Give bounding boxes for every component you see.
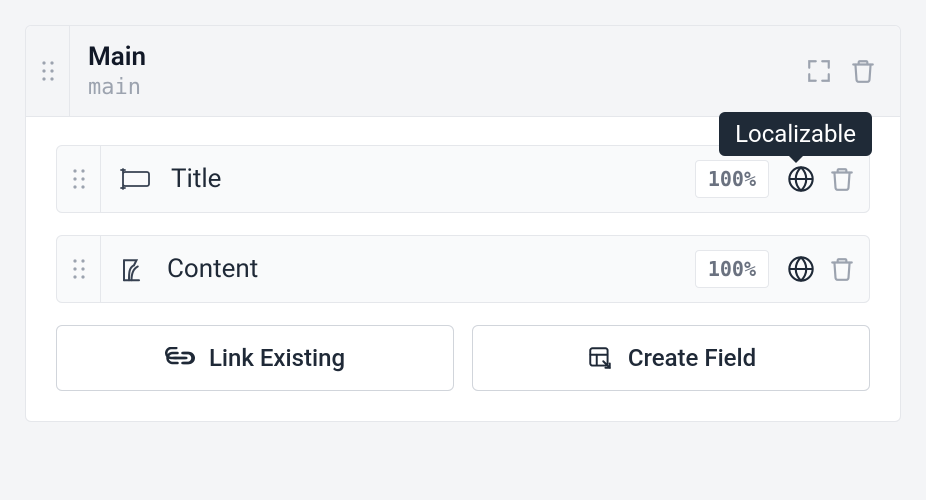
- grip-icon: [71, 167, 87, 191]
- create-field-button[interactable]: Create Field: [472, 325, 870, 391]
- grip-icon: [40, 59, 56, 83]
- drag-handle-section[interactable]: [26, 26, 70, 116]
- rich-content-icon: [119, 254, 149, 284]
- grip-icon: [71, 257, 87, 281]
- drag-handle-field[interactable]: [57, 236, 101, 302]
- section-panel: Main main Localizable: [25, 25, 901, 422]
- drag-handle-field[interactable]: [57, 146, 101, 212]
- link-icon: [165, 347, 195, 369]
- section-header: Main main: [26, 26, 900, 117]
- link-existing-label: Link Existing: [209, 344, 345, 372]
- section-title: Main: [88, 42, 806, 73]
- expand-icon: [806, 58, 832, 84]
- section-titles: Main main: [70, 26, 806, 116]
- create-field-icon: [586, 345, 614, 371]
- progress-badge: 100%: [695, 250, 769, 288]
- trash-icon: [829, 165, 855, 193]
- localizable-toggle[interactable]: [787, 255, 815, 283]
- globe-icon: [787, 165, 815, 193]
- trash-icon: [850, 57, 876, 85]
- localizable-toggle[interactable]: [787, 165, 815, 193]
- delete-field-button[interactable]: [829, 165, 855, 193]
- trash-icon: [829, 255, 855, 283]
- delete-section-button[interactable]: [850, 57, 876, 85]
- field-label: Title: [171, 164, 677, 194]
- section-body: Localizable Title 100%: [26, 117, 900, 421]
- field-row[interactable]: Content 100%: [56, 235, 870, 303]
- globe-icon: [787, 255, 815, 283]
- text-field-icon: [119, 167, 153, 191]
- field-label: Content: [167, 254, 677, 284]
- progress-badge: 100%: [695, 160, 769, 198]
- create-field-label: Create Field: [628, 344, 756, 372]
- tooltip-localizable: Localizable: [719, 112, 872, 156]
- expand-button[interactable]: [806, 58, 832, 84]
- link-existing-button[interactable]: Link Existing: [56, 325, 454, 391]
- delete-field-button[interactable]: [829, 255, 855, 283]
- section-slug: main: [88, 75, 806, 100]
